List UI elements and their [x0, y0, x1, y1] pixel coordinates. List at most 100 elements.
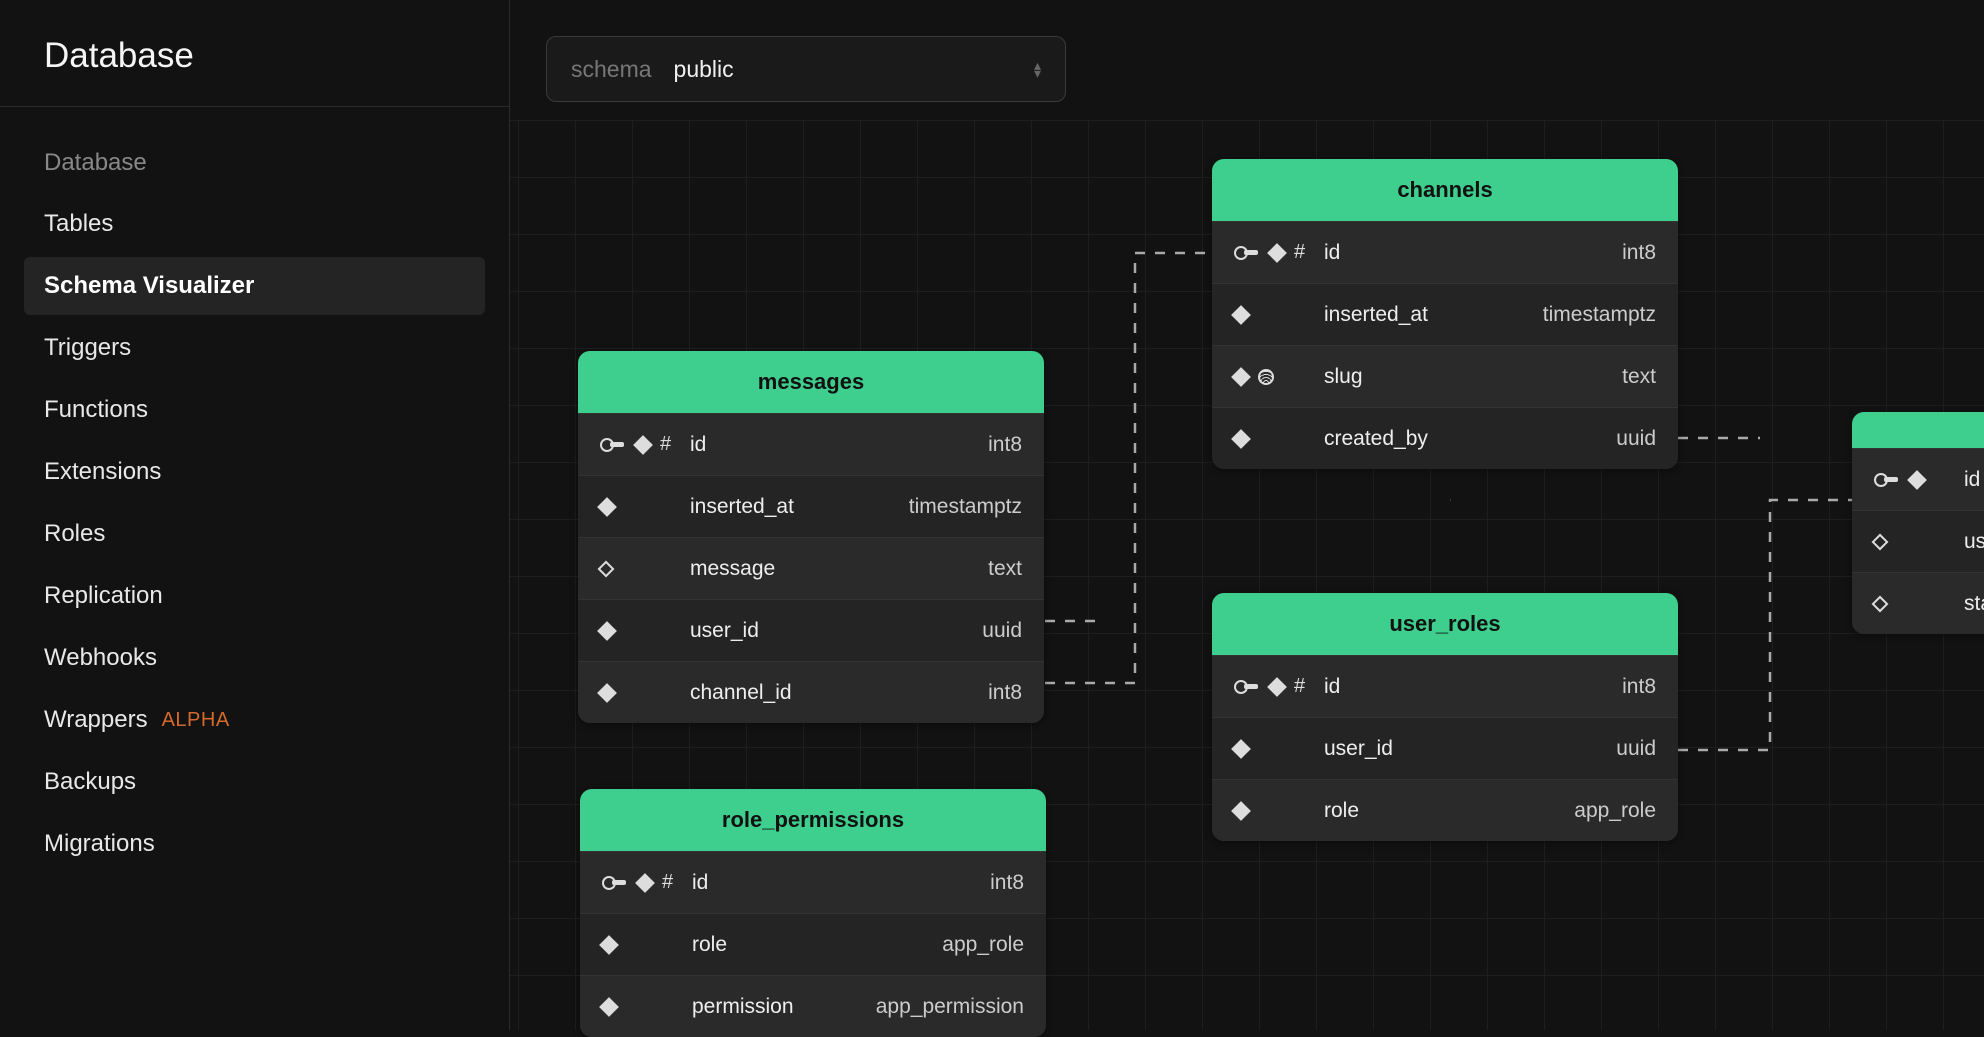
table-column-row[interactable]: user_iduuid	[578, 599, 1044, 661]
column-name: use	[1964, 530, 1984, 554]
diamond-fill-icon	[597, 497, 617, 517]
column-name: id	[1324, 675, 1622, 699]
table-column-row[interactable]: inserted_attimestamptz	[1212, 283, 1678, 345]
column-name: user_id	[1324, 737, 1616, 761]
hash-icon	[1294, 675, 1305, 698]
sidebar-item-functions[interactable]: Functions	[24, 381, 485, 439]
schema-canvas[interactable]: schema public ▴▾ messagesidint8inserted_…	[510, 0, 1984, 1030]
column-name: id	[690, 433, 988, 457]
column-type: int8	[990, 871, 1024, 895]
column-name: sta	[1964, 592, 1984, 616]
column-name: role	[692, 933, 942, 957]
table-column-row[interactable]: idint8	[580, 851, 1046, 913]
diamond-icon	[1872, 533, 1889, 550]
sidebar-item-label: Migrations	[44, 830, 155, 858]
table-column-row[interactable]: slugtext	[1212, 345, 1678, 407]
table-column-row[interactable]: created_byuuid	[1212, 407, 1678, 469]
column-name: user_id	[690, 619, 982, 643]
diamond-fill-icon	[1907, 470, 1927, 490]
sidebar-item-schema-visualizer[interactable]: Schema Visualizer	[24, 257, 485, 315]
sidebar-item-label: Webhooks	[44, 644, 157, 672]
column-icons	[1234, 369, 1324, 385]
diamond-fill-icon	[597, 621, 617, 641]
finger-icon	[1258, 369, 1274, 385]
column-type: app_permission	[876, 995, 1024, 1019]
column-name: inserted_at	[1324, 303, 1543, 327]
column-icons	[1234, 742, 1324, 756]
diamond-fill-icon	[1231, 305, 1251, 325]
table-column-row[interactable]: user_iduuid	[1212, 717, 1678, 779]
sidebar-item-wrappers[interactable]: WrappersALPHA	[24, 691, 485, 749]
table-title	[1852, 412, 1984, 448]
sidebar-item-migrations[interactable]: Migrations	[24, 815, 485, 873]
table-column-row[interactable]: channel_idint8	[578, 661, 1044, 723]
column-icons	[602, 871, 692, 894]
sidebar-item-label: Schema Visualizer	[44, 272, 254, 300]
sidebar-item-extensions[interactable]: Extensions	[24, 443, 485, 501]
column-type: int8	[1622, 675, 1656, 699]
sidebar-nav: Database TablesSchema VisualizerTriggers…	[0, 107, 509, 873]
diamond-fill-icon	[1267, 243, 1287, 263]
table-column-row[interactable]: idint8	[1212, 655, 1678, 717]
table-column-row[interactable]: inserted_attimestamptz	[578, 475, 1044, 537]
table-column-row[interactable]: permissionapp_permission	[580, 975, 1046, 1037]
diamond-fill-icon	[599, 997, 619, 1017]
table-column-row[interactable]: roleapp_role	[580, 913, 1046, 975]
table-card-users[interactable]: id use sta	[1852, 412, 1984, 634]
column-name: id	[1324, 241, 1622, 265]
sidebar-item-label: Roles	[44, 520, 105, 548]
hash-icon	[660, 433, 671, 456]
column-icons	[1234, 308, 1324, 322]
table-column-row[interactable]: use	[1852, 510, 1984, 572]
column-name: created_by	[1324, 427, 1616, 451]
key-icon	[1234, 246, 1260, 260]
table-card-user-roles[interactable]: user_rolesidint8user_iduuidroleapp_role	[1212, 593, 1678, 841]
key-icon	[1874, 473, 1900, 487]
table-card-messages[interactable]: messagesidint8inserted_attimestamptzmess…	[578, 351, 1044, 723]
column-icons	[602, 938, 692, 952]
column-type: uuid	[1616, 737, 1656, 761]
column-type: timestamptz	[909, 495, 1022, 519]
table-column-row[interactable]: id	[1852, 448, 1984, 510]
column-icons	[600, 500, 690, 514]
column-type: app_role	[1574, 799, 1656, 823]
sidebar-item-label: Wrappers	[44, 706, 148, 734]
column-name: permission	[692, 995, 876, 1019]
table-column-row[interactable]: roleapp_role	[1212, 779, 1678, 841]
column-type: app_role	[942, 933, 1024, 957]
sidebar-item-webhooks[interactable]: Webhooks	[24, 629, 485, 687]
column-type: uuid	[1616, 427, 1656, 451]
sidebar-item-label: Triggers	[44, 334, 131, 362]
schema-select[interactable]: schema public ▴▾	[546, 36, 1066, 102]
sidebar-item-roles[interactable]: Roles	[24, 505, 485, 563]
sidebar: Database Database TablesSchema Visualize…	[0, 0, 510, 1030]
table-column-row[interactable]: messagetext	[578, 537, 1044, 599]
sidebar-item-triggers[interactable]: Triggers	[24, 319, 485, 377]
diamond-fill-icon	[635, 873, 655, 893]
diamond-fill-icon	[633, 435, 653, 455]
column-icons	[1874, 536, 1964, 548]
table-card-role-permissions[interactable]: role_permissionsidint8roleapp_rolepermis…	[580, 789, 1046, 1037]
column-icons	[600, 433, 690, 456]
sidebar-item-replication[interactable]: Replication	[24, 567, 485, 625]
table-column-row[interactable]: sta	[1852, 572, 1984, 634]
column-type: int8	[988, 681, 1022, 705]
sidebar-item-label: Tables	[44, 210, 113, 238]
table-column-row[interactable]: idint8	[1212, 221, 1678, 283]
column-type: uuid	[982, 619, 1022, 643]
sidebar-item-label: Functions	[44, 396, 148, 424]
diamond-icon	[1872, 595, 1889, 612]
table-title: messages	[578, 351, 1044, 413]
diamond-fill-icon	[1231, 801, 1251, 821]
sidebar-item-backups[interactable]: Backups	[24, 753, 485, 811]
table-card-channels[interactable]: channelsidint8inserted_attimestamptzslug…	[1212, 159, 1678, 469]
page-title: Database	[44, 36, 465, 76]
column-name: channel_id	[690, 681, 988, 705]
diamond-fill-icon	[1231, 367, 1251, 387]
column-name: id	[692, 871, 990, 895]
diamond-fill-icon	[1231, 429, 1251, 449]
table-column-row[interactable]: idint8	[578, 413, 1044, 475]
table-title: user_roles	[1212, 593, 1678, 655]
key-icon	[1234, 680, 1260, 694]
sidebar-item-tables[interactable]: Tables	[24, 195, 485, 253]
